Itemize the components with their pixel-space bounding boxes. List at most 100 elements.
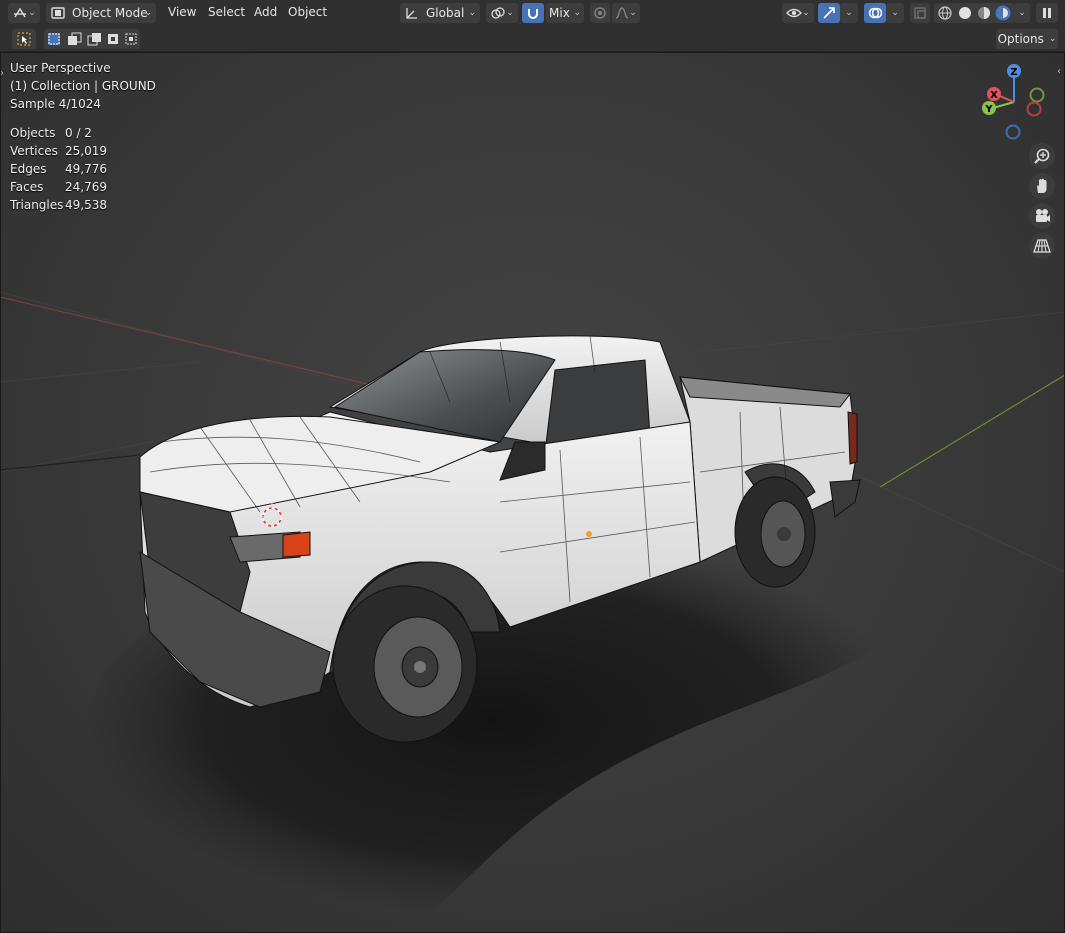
gizmo-dropdown[interactable]: ⌄: [840, 3, 858, 23]
chevron-down-icon: ⌄: [891, 8, 899, 18]
neg-x-axis-ball: [1026, 101, 1042, 117]
chevron-down-icon: ⌄: [573, 8, 581, 18]
stat-vertices-label: Vertices: [10, 144, 58, 158]
neg-y-axis-ball: [1029, 87, 1045, 103]
front-wheel: [332, 585, 478, 743]
invert-selection-icon: [108, 34, 118, 44]
overlays-toggle-button[interactable]: [864, 3, 886, 23]
stat-vertices-value: 25,019: [65, 144, 107, 158]
editor-type-button[interactable]: ⌄: [8, 3, 40, 23]
chevron-down-icon: ⌄: [468, 8, 476, 18]
snap-label: Mix: [549, 6, 570, 20]
stat-edges-label: Edges: [10, 162, 47, 176]
chevron-down-icon: ⌄: [629, 8, 637, 18]
active-tool-button[interactable]: [12, 29, 36, 49]
shading-icons: [938, 5, 1011, 21]
viewport-editor-icon: [14, 7, 27, 18]
pause-render-button[interactable]: [1036, 3, 1058, 23]
sidebar-expand-arrow-icon[interactable]: ‹: [1057, 66, 1061, 77]
x-axis-line: [0, 296, 381, 388]
mode-label: Object Mode: [72, 6, 148, 20]
chevron-down-icon: ⌄: [1018, 8, 1026, 18]
mode-dropdown[interactable]: Object Mode ⌄: [46, 3, 156, 23]
object-origin: [586, 531, 592, 537]
stat-triangles-value: 49,538: [65, 198, 107, 212]
pan-button[interactable]: [1029, 173, 1055, 199]
stat-objects-label: Objects: [10, 126, 56, 140]
camera-icon: [1036, 209, 1050, 222]
rear-wheel: [734, 476, 816, 588]
selection-mode-group: [44, 29, 140, 49]
object-mode-icon: [51, 7, 65, 19]
z-axis-letter: Z: [1010, 67, 1017, 78]
shading-mode-group: [934, 3, 1014, 23]
chevron-down-icon: ⌄: [1048, 34, 1057, 44]
snap-target-dropdown[interactable]: Mix ⌄: [546, 3, 584, 23]
solid-shading-icon: [959, 7, 971, 19]
stat-objects-value: 0 / 2: [65, 126, 92, 140]
xray-icon: [914, 7, 926, 19]
falloff-curve-icon: [615, 7, 629, 19]
perspective-toggle-button[interactable]: [1029, 233, 1055, 259]
navigation-gizmo[interactable]: Z X Y: [975, 60, 1055, 144]
orientation-label: Global: [426, 6, 465, 20]
proportional-editing-button[interactable]: [590, 3, 610, 23]
pivot-point-dropdown[interactable]: ⌄: [486, 3, 518, 23]
horizon-line: [0, 454, 141, 471]
gizmo-icon: [823, 7, 835, 19]
viewport-header: ⌄ Object Mode ⌄ View Select Add Object G…: [0, 0, 1065, 26]
camera-view-button[interactable]: [1029, 203, 1055, 229]
view-name-label: User Perspective: [10, 61, 111, 75]
transform-orientation-dropdown[interactable]: Global ⌄: [400, 3, 480, 23]
x-axis-letter: X: [990, 90, 998, 101]
hand-icon: [1037, 178, 1047, 193]
snap-toggle-button[interactable]: [522, 3, 544, 23]
stat-faces-label: Faces: [10, 180, 44, 194]
blender-3d-viewport-window: ⌄ Object Mode ⌄ View Select Add Object G…: [0, 0, 1065, 933]
3d-viewport[interactable]: User Perspective (1) Collection | GROUND…: [0, 52, 1065, 933]
toolbar-expand-arrow-icon[interactable]: ›: [0, 68, 4, 79]
stat-triangles-label: Triangles: [10, 198, 64, 212]
render-sample-label: Sample 4/1024: [10, 97, 102, 111]
overlays-dropdown[interactable]: ⌄: [886, 3, 904, 23]
extend-selection-icon: [68, 32, 82, 45]
chevron-down-icon: ⌄: [845, 8, 853, 18]
scene-render: [0, 291, 1065, 916]
chevron-down-icon: ⌄: [802, 8, 810, 18]
selection-mode-icons: [48, 32, 137, 46]
pause-icon: [1043, 8, 1051, 18]
eye-icon: [786, 8, 803, 18]
material-shading-icon: [978, 7, 990, 19]
chevron-down-icon: ⌄: [506, 8, 514, 18]
stat-faces-value: 24,769: [65, 180, 107, 194]
overlays-icon: [868, 7, 882, 19]
menu-view[interactable]: View: [168, 5, 196, 19]
perspective-grid-icon: [1033, 239, 1051, 253]
xray-toggle-button[interactable]: [910, 3, 930, 23]
neg-z-axis-ball: [1005, 124, 1021, 140]
menu-add[interactable]: Add: [254, 5, 277, 19]
falloff-dropdown[interactable]: ⌄: [612, 3, 640, 23]
options-dropdown[interactable]: Options ⌄: [996, 29, 1058, 49]
options-label: Options: [997, 32, 1044, 46]
gizmo-toggle-button[interactable]: [818, 3, 840, 23]
subtract-selection-icon: [87, 33, 101, 46]
proportional-edit-icon: [594, 7, 606, 19]
select-box-tool-icon: [17, 32, 31, 46]
rendered-shading-icon: [995, 5, 1011, 21]
intersect-selection-icon: [125, 33, 137, 45]
set-new-selection-icon: [48, 33, 60, 45]
zoom-button[interactable]: [1029, 143, 1055, 169]
visibility-dropdown[interactable]: ⌄: [782, 3, 814, 23]
menu-select[interactable]: Select: [208, 5, 245, 19]
menu-object[interactable]: Object: [288, 5, 327, 19]
shading-dropdown[interactable]: ⌄: [1014, 3, 1030, 23]
stat-edges-value: 49,776: [65, 162, 107, 176]
orientation-axes-icon: [406, 8, 417, 19]
wireframe-shading-icon: [938, 6, 952, 20]
collection-label: (1) Collection | GROUND: [10, 79, 156, 93]
chevron-down-icon: ⌄: [144, 8, 152, 18]
tool-settings-header: Options ⌄: [0, 26, 1065, 52]
pivot-link-icon: [491, 7, 505, 19]
y-axis-line: [879, 374, 1065, 488]
